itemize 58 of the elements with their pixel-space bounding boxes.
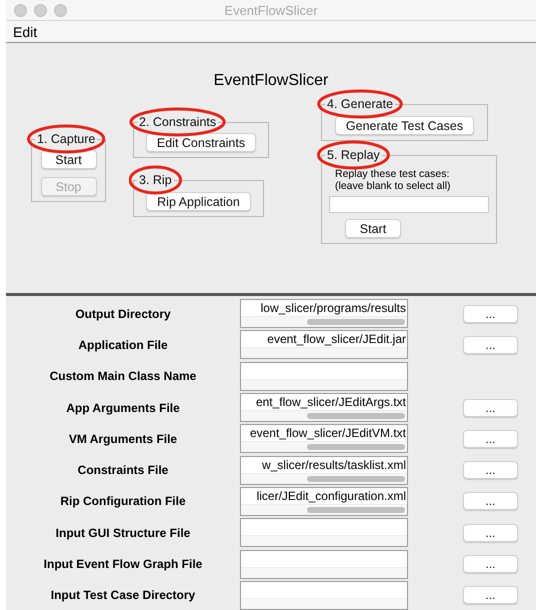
path-value: low_slicer/programs/results xyxy=(260,300,406,316)
field-label: Custom Main Class Name xyxy=(48,369,198,384)
group-title: 1. Capture xyxy=(37,132,96,146)
path-field[interactable]: w_slicer/results/tasklist.xml xyxy=(240,456,408,485)
group-title: 3. Rip xyxy=(139,173,172,187)
browse-button[interactable]: ... xyxy=(463,430,518,448)
field-label: Input Test Case Directory xyxy=(50,588,196,602)
menu-item[interactable]: Edit xyxy=(6,24,44,40)
scrollbar-thumb[interactable] xyxy=(306,413,405,420)
zoom-button[interactable] xyxy=(54,4,67,16)
action-button[interactable]: Edit Constraints xyxy=(146,133,256,152)
browse-button[interactable]: ... xyxy=(463,524,518,542)
action-button[interactable]: Generate Test Cases xyxy=(334,116,474,135)
group-title: 2. Constraints xyxy=(139,115,216,129)
group-title: 5. Replay xyxy=(327,148,380,162)
path-field[interactable]: event_flow_slicer/JEdit.jar xyxy=(240,330,408,360)
action-button[interactable]: Start xyxy=(345,219,401,238)
path-field[interactable] xyxy=(240,550,408,579)
path-value: event_flow_slicer/JEdit.jar xyxy=(267,331,406,348)
browse-button[interactable]: ... xyxy=(463,398,518,417)
scrollbar-thumb[interactable] xyxy=(306,319,405,326)
field-label: VM Arguments File xyxy=(68,432,178,446)
field-label: App Arguments File xyxy=(65,400,181,415)
app-heading: EventFlowSlicer xyxy=(212,71,330,91)
path-value: event_flow_slicer/JEditVM.txt xyxy=(250,425,406,442)
minimize-button[interactable] xyxy=(34,4,47,16)
field-label: Output Directory xyxy=(74,306,172,321)
path-field[interactable] xyxy=(240,362,408,391)
browse-button[interactable]: ... xyxy=(463,461,518,480)
group-title: 4. Generate xyxy=(327,97,394,111)
browse-button[interactable]: ... xyxy=(463,586,518,604)
browse-button[interactable]: ... xyxy=(463,336,518,354)
path-field[interactable]: ent_flow_slicer/JEditArgs.txt xyxy=(240,393,408,422)
path-value: w_slicer/results/tasklist.xml xyxy=(262,456,406,473)
path-field[interactable]: low_slicer/programs/results xyxy=(240,299,408,328)
browse-button[interactable]: ... xyxy=(463,304,518,323)
field-label: Input GUI Structure File xyxy=(54,526,192,540)
path-field[interactable] xyxy=(240,518,408,548)
scrollbar-thumb[interactable] xyxy=(306,444,405,450)
replay-instructions: Replay these test cases: xyxy=(335,168,450,180)
field-label: Constraints File xyxy=(76,463,170,478)
path-field[interactable]: licer/JEdit_configuration.xml xyxy=(240,486,408,516)
scrollbar-thumb[interactable] xyxy=(306,506,405,513)
window-title: EventFlowSlicer xyxy=(224,2,318,18)
field-label: Input Event Flow Graph File xyxy=(42,557,204,572)
field-label: Rip Configuration File xyxy=(59,494,187,508)
path-field[interactable] xyxy=(240,580,408,610)
test-cases-field[interactable] xyxy=(329,196,489,213)
path-value: licer/JEdit_configuration.xml xyxy=(256,488,406,504)
path-field[interactable]: event_flow_slicer/JEditVM.txt xyxy=(240,424,408,454)
browse-button[interactable]: ... xyxy=(463,555,518,574)
action-button[interactable]: Rip Application xyxy=(146,192,251,211)
field-label: Application File xyxy=(77,338,169,352)
scrollbar-thumb[interactable] xyxy=(306,476,405,482)
browse-button[interactable]: ... xyxy=(463,492,518,510)
replay-hint: (leave blank to select all) xyxy=(335,180,451,192)
close-button[interactable] xyxy=(14,4,27,16)
path-value: ent_flow_slicer/JEditArgs.txt xyxy=(256,394,406,410)
